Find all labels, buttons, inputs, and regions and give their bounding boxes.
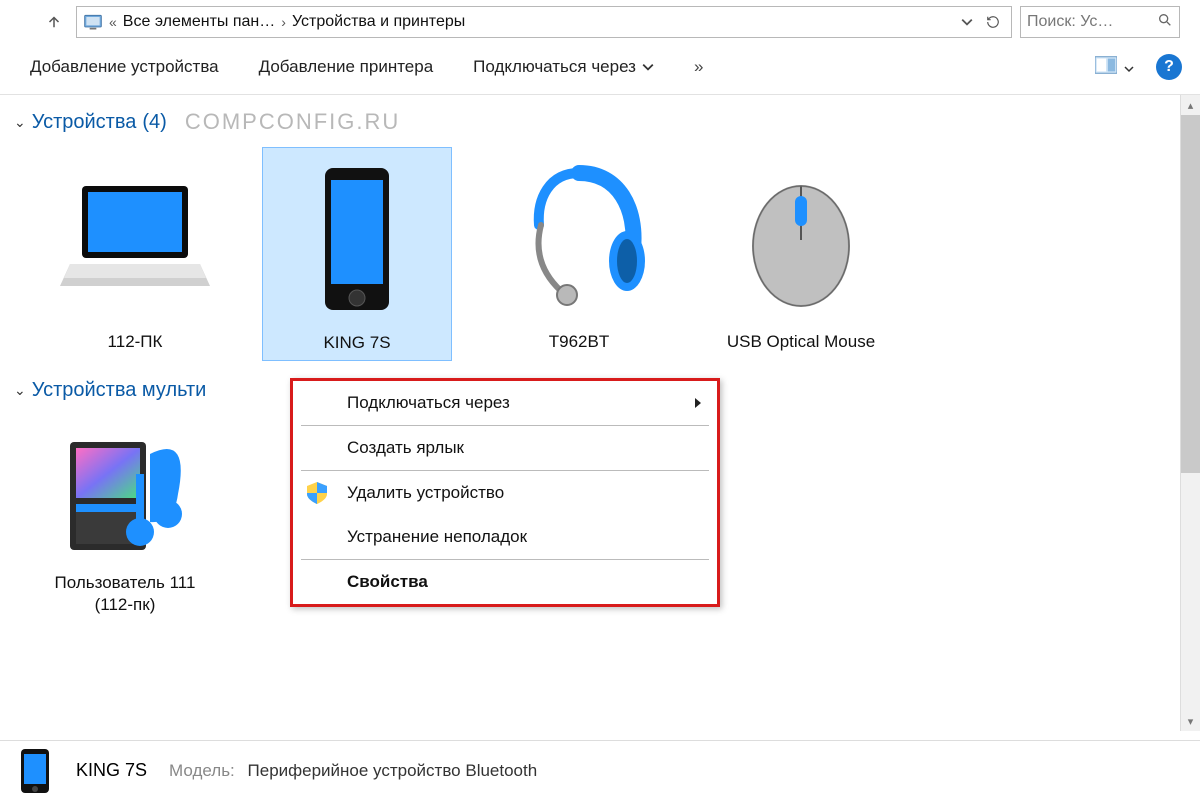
device-label: 112-ПК bbox=[108, 331, 163, 353]
device-item-headset[interactable]: T962BT bbox=[484, 147, 674, 361]
context-menu-remove-device[interactable]: Удалить устройство bbox=[293, 471, 717, 515]
phone-icon bbox=[272, 154, 442, 324]
group-title-multimedia: Устройства мульти bbox=[32, 379, 207, 402]
media-device-icon bbox=[40, 414, 210, 564]
context-menu-properties[interactable]: Свойства bbox=[293, 560, 717, 604]
refresh-button[interactable] bbox=[981, 10, 1005, 34]
details-phone-icon bbox=[16, 749, 54, 793]
chevron-down-icon bbox=[642, 61, 654, 73]
address-bar-buttons bbox=[955, 10, 1005, 34]
connect-via-button[interactable]: Подключаться через bbox=[473, 57, 654, 77]
device-item-pc[interactable]: 112-ПК bbox=[40, 147, 230, 361]
context-menu: Подключаться через Создать ярлык Удалить… bbox=[290, 378, 720, 607]
group-title-devices: Устройства bbox=[32, 111, 137, 134]
device-item-phone[interactable]: KING 7S bbox=[262, 147, 452, 361]
group-header-devices[interactable]: ⌄ Устройства (4) COMPCONFIG.RU bbox=[10, 105, 1190, 141]
breadcrumb-segment-1[interactable]: Все элементы пан… bbox=[123, 13, 275, 31]
help-button[interactable]: ? bbox=[1156, 54, 1182, 80]
device-label: Пользователь 111 (112-пк) bbox=[46, 572, 204, 616]
connect-via-label: Подключаться через bbox=[473, 57, 636, 77]
search-placeholder: Поиск: Ус… bbox=[1027, 13, 1153, 31]
device-label: USB Optical Mouse bbox=[727, 331, 875, 353]
scroll-down-button[interactable]: ▾ bbox=[1181, 711, 1200, 731]
toolbar-overflow-button[interactable]: » bbox=[694, 57, 703, 77]
details-pane: KING 7S Модель: Периферийное устройство … bbox=[0, 740, 1200, 800]
context-menu-create-shortcut[interactable]: Создать ярлык bbox=[293, 426, 717, 470]
group-count-devices: (4) bbox=[142, 111, 166, 134]
uac-shield-icon bbox=[307, 482, 327, 504]
search-icon bbox=[1157, 12, 1173, 33]
command-toolbar: Добавление устройства Добавление принтер… bbox=[0, 44, 1200, 95]
search-box[interactable]: Поиск: Ус… bbox=[1020, 6, 1180, 38]
context-menu-troubleshoot[interactable]: Устранение неполадок bbox=[293, 515, 717, 559]
chevron-down-icon: ⌄ bbox=[14, 114, 26, 131]
watermark-text: COMPCONFIG.RU bbox=[185, 109, 400, 135]
scroll-up-button[interactable]: ▴ bbox=[1181, 95, 1200, 115]
chevron-down-icon bbox=[1124, 64, 1134, 74]
scrollbar-track[interactable] bbox=[1181, 115, 1200, 711]
laptop-icon bbox=[50, 153, 220, 323]
nav-up-button[interactable] bbox=[40, 8, 68, 36]
address-dropdown-button[interactable] bbox=[955, 10, 979, 34]
device-label: T962BT bbox=[549, 331, 609, 353]
address-bar[interactable]: « Все элементы пан… › Устройства и принт… bbox=[76, 6, 1012, 38]
control-panel-icon bbox=[83, 12, 103, 32]
device-item-mouse[interactable]: USB Optical Mouse bbox=[706, 147, 896, 361]
address-bar-row: « Все элементы пан… › Устройства и принт… bbox=[0, 0, 1200, 44]
add-printer-button[interactable]: Добавление принтера bbox=[259, 57, 434, 77]
context-menu-remove-device-label: Удалить устройство bbox=[347, 483, 504, 502]
devices-grid: 112-ПК KING 7S bbox=[10, 141, 1190, 369]
chevron-down-icon: ⌄ bbox=[14, 382, 26, 399]
scrollbar-thumb[interactable] bbox=[1181, 115, 1200, 473]
context-menu-connect-via[interactable]: Подключаться через bbox=[293, 381, 717, 425]
headset-icon bbox=[494, 153, 664, 323]
vertical-scrollbar[interactable]: ▴ ▾ bbox=[1180, 95, 1200, 731]
preview-pane-button[interactable] bbox=[1095, 56, 1134, 79]
details-model-label: Модель: bbox=[169, 761, 235, 780]
device-item-media-user[interactable]: Пользователь 111 (112-пк) bbox=[40, 408, 210, 622]
mouse-icon bbox=[716, 153, 886, 323]
breadcrumb-segment-2[interactable]: Устройства и принтеры bbox=[292, 13, 465, 31]
add-device-button[interactable]: Добавление устройства bbox=[30, 57, 219, 77]
breadcrumb-separator: « bbox=[107, 14, 119, 30]
device-label: KING 7S bbox=[323, 332, 390, 354]
details-model-value: Периферийное устройство Bluetooth bbox=[248, 761, 538, 780]
breadcrumb-chevron: › bbox=[279, 14, 288, 30]
details-device-name: KING 7S bbox=[76, 760, 147, 781]
